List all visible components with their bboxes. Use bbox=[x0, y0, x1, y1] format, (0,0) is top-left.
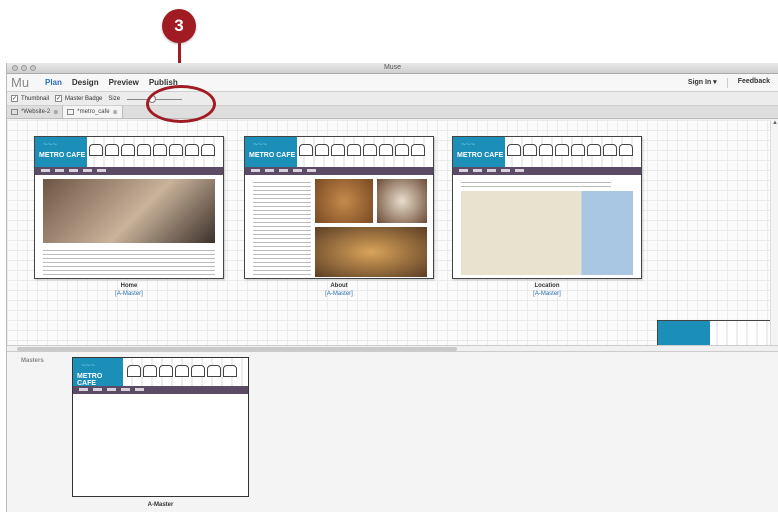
page-label-location[interactable]: Location bbox=[452, 283, 642, 289]
page-nav-bar bbox=[245, 167, 433, 175]
master-badge-checkbox[interactable]: ✓ bbox=[55, 95, 63, 102]
food-photo bbox=[377, 179, 427, 223]
food-photo bbox=[315, 179, 373, 223]
title-bar: Muse bbox=[7, 63, 778, 74]
plan-toolbar: ✓ Thumbnail ✓ Master Badge Size bbox=[7, 92, 778, 106]
muse-logo: Mu bbox=[11, 75, 30, 90]
tab-label: *metro_cafe bbox=[77, 109, 110, 115]
page-nav-bar bbox=[453, 167, 641, 175]
page-thumbnail-about[interactable]: ~~~ METRO CAFE bbox=[244, 136, 434, 279]
masters-panel: Masters ~~~ METRO CAFE A-Master bbox=[7, 352, 778, 512]
site-icon bbox=[11, 109, 18, 115]
header-illustration bbox=[299, 144, 425, 156]
account-menu: Sign In ▾ Feedback bbox=[688, 78, 770, 88]
script-logo: ~~~ bbox=[461, 140, 476, 149]
body-text bbox=[43, 247, 215, 275]
scroll-up-icon[interactable]: ▲ bbox=[771, 120, 778, 126]
page-thumbnail-offscreen[interactable] bbox=[657, 320, 777, 345]
close-icon[interactable]: ⊗ bbox=[53, 109, 58, 116]
script-logo: ~~~ bbox=[253, 140, 268, 149]
document-tabbar: *Website-2 ⊗ *metro_cafe ⊗ bbox=[7, 106, 778, 119]
close-icon[interactable]: ⊗ bbox=[113, 109, 118, 116]
nav-plan[interactable]: Plan bbox=[45, 78, 62, 87]
brand-banner: ~~~ METRO CAFE bbox=[35, 137, 87, 167]
step-callout-badge: 3 bbox=[162, 9, 196, 43]
tab-label: *Website-2 bbox=[21, 109, 51, 115]
brand-name: METRO CAFE bbox=[249, 152, 296, 159]
brand-banner: ~~~ METRO CAFE bbox=[245, 137, 297, 167]
script-logo: ~~~ bbox=[43, 140, 58, 149]
page-nav-bar bbox=[73, 386, 248, 394]
menu-divider bbox=[726, 78, 728, 88]
scrollbar-thumb[interactable] bbox=[17, 347, 457, 351]
tab-metro-cafe[interactable]: *metro_cafe ⊗ bbox=[63, 106, 123, 118]
sign-in-button[interactable]: Sign In ▾ bbox=[688, 78, 717, 88]
master-badge-label: Master Badge bbox=[65, 95, 103, 102]
page-label-about[interactable]: About bbox=[244, 283, 434, 289]
header-illustration bbox=[89, 144, 215, 156]
thumbnail-label: Thumbnail bbox=[21, 95, 50, 102]
callout-highlight-ring bbox=[146, 85, 216, 123]
page-master-about[interactable]: [A-Master] bbox=[244, 291, 434, 297]
map-embed bbox=[461, 191, 633, 275]
master-thumbnail-a[interactable]: ~~~ METRO CAFE bbox=[72, 357, 249, 497]
script-logo: ~~~ bbox=[81, 361, 96, 370]
body-text bbox=[461, 179, 611, 187]
feedback-button[interactable]: Feedback bbox=[738, 78, 770, 88]
horizontal-scrollbar[interactable] bbox=[7, 345, 778, 352]
page-nav-bar bbox=[35, 167, 223, 175]
mode-nav: Plan Design Preview Publish bbox=[41, 78, 178, 87]
masters-heading: Masters bbox=[21, 358, 44, 364]
master-label-a[interactable]: A-Master bbox=[72, 502, 249, 508]
page-master-home[interactable]: [A-Master] bbox=[34, 291, 224, 297]
page-thumbnail-location[interactable]: ~~~ METRO CAFE bbox=[452, 136, 642, 279]
food-photo bbox=[315, 227, 427, 277]
brand-name: METRO CAFE bbox=[457, 152, 504, 159]
brand-banner: ~~~ METRO CAFE bbox=[453, 137, 505, 167]
window-title: Muse bbox=[383, 64, 402, 71]
muse-window: Muse Mu Plan Design Preview Publish Sign… bbox=[6, 63, 778, 512]
app-menubar: Mu Plan Design Preview Publish Sign In ▾… bbox=[7, 74, 778, 92]
body-text bbox=[253, 179, 311, 275]
sitemap-canvas[interactable]: ~~~ METRO CAFE Home [A-Master] ~~~ METRO… bbox=[7, 120, 778, 345]
site-icon bbox=[67, 109, 75, 115]
tab-website-2[interactable]: *Website-2 ⊗ bbox=[7, 106, 64, 118]
brand-name: METRO CAFE bbox=[77, 373, 103, 387]
page-thumbnail-home[interactable]: ~~~ METRO CAFE bbox=[34, 136, 224, 279]
nav-design[interactable]: Design bbox=[72, 78, 99, 87]
nav-preview[interactable]: Preview bbox=[109, 78, 139, 87]
header-illustration bbox=[507, 144, 633, 156]
size-label: Size bbox=[108, 95, 121, 102]
hero-photo bbox=[43, 179, 215, 243]
brand-banner: ~~~ METRO CAFE bbox=[73, 358, 123, 387]
brand-name: METRO CAFE bbox=[39, 152, 86, 159]
thumbnail-checkbox[interactable]: ✓ bbox=[11, 95, 18, 102]
brand-banner bbox=[658, 321, 710, 345]
header-illustration bbox=[127, 365, 237, 377]
page-master-location[interactable]: [A-Master] bbox=[452, 291, 642, 297]
page-label-home[interactable]: Home bbox=[34, 283, 224, 289]
vertical-scrollbar[interactable]: ▲ bbox=[770, 120, 778, 345]
